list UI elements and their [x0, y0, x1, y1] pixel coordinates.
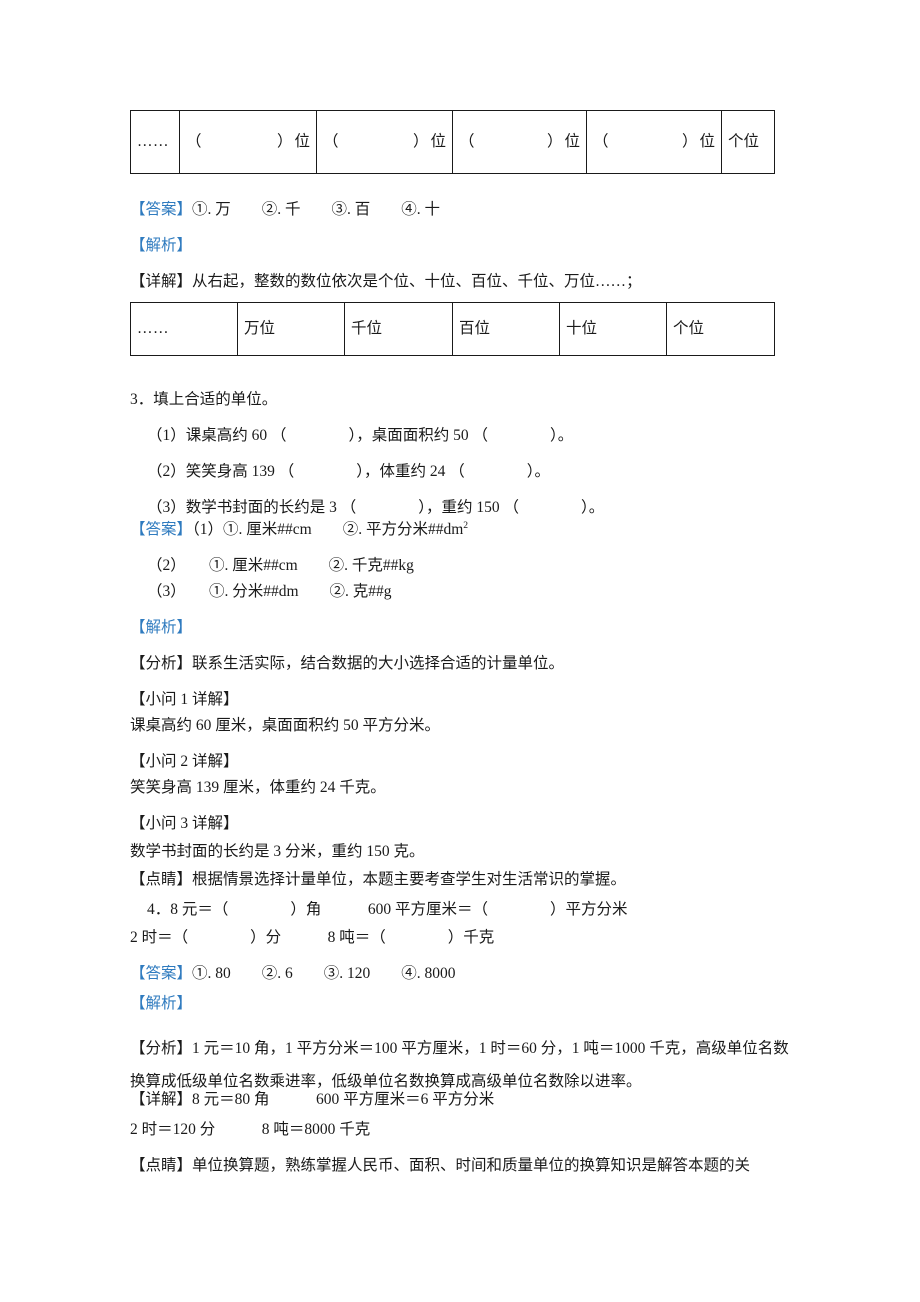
- ten-thousands-label: 万位: [244, 319, 276, 337]
- q3-answer-line-1: 【答案】（1）①. 厘米##cm ②. 平方分米##dm2: [130, 519, 469, 538]
- hundreds-label: 百位: [459, 319, 491, 337]
- q4-detail-line-2: 2 时＝120 分 8 吨＝8000 千克: [130, 1121, 371, 1138]
- q3-sub2-head: 【小问 2 详解】: [130, 753, 239, 770]
- q3-answer-line-3: （3） ①. 分米##dm ②. 克##g: [147, 583, 392, 600]
- q3-key-point: 【点睛】根据情景选择计量单位，本题主要考查学生对生活常识的掌握。: [130, 871, 627, 888]
- table-cell-tens: 十位: [559, 302, 667, 356]
- q4-answer-text: ①. 80 ②. 6 ③. 120 ④. 8000: [192, 965, 456, 982]
- ones-label: 个位: [673, 319, 705, 337]
- q2-answer-line: 【答案】①. 万 ②. 千 ③. 百 ④. 十: [130, 202, 440, 218]
- dots-text: ……: [137, 319, 169, 337]
- q4-key-point: 【点睛】单位换算题，熟练掌握人民币、面积、时间和质量单位的换算知识是解答本题的关: [130, 1157, 751, 1174]
- table-row: …… （ ） 位 （ ） 位 （ ） 位 （ ） 位 个位: [130, 110, 775, 174]
- right-paren: ）: [546, 132, 563, 150]
- analysis-label: 【解析】: [130, 995, 193, 1012]
- superscript-two: 2: [463, 519, 469, 531]
- table-row: …… 万位 千位 百位 十位 个位: [130, 302, 775, 356]
- table-cell-blank-3: （ ） 位: [452, 110, 587, 174]
- place-value-filled-table-wrapper: …… 万位 千位 百位 十位 个位: [130, 302, 775, 356]
- answer-label: 【答案】: [130, 965, 193, 982]
- cell-suffix: 位: [564, 132, 580, 150]
- ones-place-label: 个位: [728, 132, 760, 150]
- answer-label: 【答案】: [130, 521, 193, 538]
- cell-suffix: 位: [294, 132, 310, 150]
- q3-sub2: （2）笑笑身高 139 （ ），体重约 24 （ ）。: [147, 463, 551, 480]
- left-paren: （: [323, 132, 339, 150]
- q4-stem-line-1: 4．8 元＝（ ）角 600 平方厘米＝（ ）平方分米: [147, 901, 628, 918]
- left-paren: （: [459, 132, 475, 150]
- q4-detail-line-1: 【详解】8 元＝80 角 600 平方厘米＝6 平方分米: [130, 1091, 495, 1108]
- table-cell-thousands: 千位: [344, 302, 453, 356]
- q4-stem-line-2: 2 时＝（ ）分 8 吨＝（ ）千克: [130, 929, 495, 946]
- table-cell-ones: 个位: [666, 302, 775, 356]
- table-cell-dots: ……: [130, 302, 238, 356]
- place-value-filled-table: …… 万位 千位 百位 十位 个位: [130, 302, 775, 356]
- blank-parentheses: （ ） 位: [323, 133, 446, 152]
- table-cell-blank-2: （ ） 位: [316, 110, 453, 174]
- analysis-label: 【解析】: [130, 619, 193, 636]
- q4-answer-line: 【答案】①. 80 ②. 6 ③. 120 ④. 8000: [130, 966, 456, 982]
- table-cell-dots: ……: [130, 110, 180, 174]
- q3-answer-1: ①. 厘米##cm ②. 平方分米##dm: [223, 521, 464, 538]
- q2-detail-line: 【详解】从右起，整数的数位依次是个位、十位、百位、千位、万位……；: [130, 273, 642, 290]
- q3-sub1-head: 【小问 1 详解】: [130, 691, 239, 708]
- q3-sub3-body: 数学书封面的长约是 3 分米，重约 150 克。: [130, 843, 425, 860]
- right-paren: ）: [412, 132, 429, 150]
- table-cell-blank-1: （ ） 位: [179, 110, 317, 174]
- right-paren: ）: [276, 132, 293, 150]
- left-paren: （: [593, 132, 609, 150]
- place-value-blank-table-wrapper: …… （ ） 位 （ ） 位 （ ） 位 （ ） 位 个位: [130, 110, 775, 174]
- dots-text: ……: [137, 132, 169, 150]
- blank-parentheses: （ ） 位: [186, 133, 310, 152]
- analysis-label: 【解析】: [130, 237, 193, 254]
- table-cell-blank-4: （ ） 位: [586, 110, 722, 174]
- q2-analysis-label-line: 【解析】: [130, 238, 192, 254]
- q3-sub2-body: 笑笑身高 139 厘米，体重约 24 千克。: [130, 779, 386, 796]
- cell-suffix: 位: [430, 132, 446, 150]
- place-value-blank-table: …… （ ） 位 （ ） 位 （ ） 位 （ ） 位 个位: [130, 110, 775, 174]
- q3-sub3-head: 【小问 3 详解】: [130, 815, 239, 832]
- q3-analysis-label-line: 【解析】: [130, 620, 192, 636]
- cell-suffix: 位: [699, 132, 715, 150]
- q3-answer-prefix: （1）: [192, 521, 224, 538]
- right-paren: ）: [681, 132, 698, 150]
- q2-answer-text: ①. 万 ②. 千 ③. 百 ④. 十: [192, 201, 441, 218]
- tens-label: 十位: [566, 319, 598, 337]
- q3-stem: 3．填上合适的单位。: [130, 391, 278, 408]
- answer-label: 【答案】: [130, 201, 193, 218]
- blank-parentheses: （ ） 位: [459, 133, 580, 152]
- left-paren: （: [186, 132, 202, 150]
- q3-answer-line-2: （2） ①. 厘米##cm ②. 千克##kg: [147, 557, 414, 574]
- table-cell-hundreds: 百位: [452, 302, 560, 356]
- table-cell-ones-place: 个位: [721, 110, 775, 174]
- q3-sub1-body: 课桌高约 60 厘米，桌面面积约 50 平方分米。: [130, 717, 441, 734]
- q3-sub1: （1）课桌高约 60 （ ），桌面面积约 50 （ ）。: [147, 427, 574, 444]
- q3-sub3: （3）数学书封面的长约是 3 （ ），重约 150 （ ）。: [147, 499, 605, 516]
- blank-parentheses: （ ） 位: [593, 133, 715, 152]
- table-cell-ten-thousands: 万位: [237, 302, 345, 356]
- q4-analysis-label-line: 【解析】: [130, 996, 192, 1012]
- thousands-label: 千位: [351, 319, 383, 337]
- q3-analysis: 【分析】联系生活实际，结合数据的大小选择合适的计量单位。: [130, 655, 565, 672]
- q4-analysis: 【分析】1 元＝10 角，1 平方分米＝100 平方厘米，1 时＝60 分，1 …: [130, 1040, 789, 1090]
- document-page: …… （ ） 位 （ ） 位 （ ） 位 （ ） 位 个位 【答案】①. 万 ②…: [0, 0, 920, 1302]
